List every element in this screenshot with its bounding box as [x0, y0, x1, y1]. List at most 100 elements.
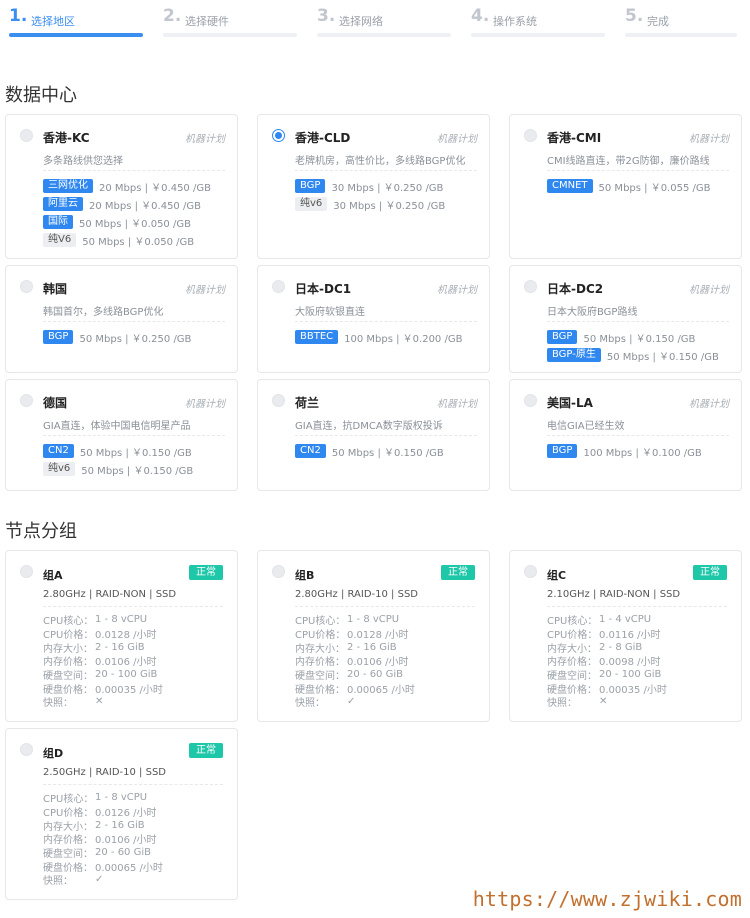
group-radio[interactable]: [20, 743, 33, 756]
spec-value: 20 - 60 GiB: [95, 847, 151, 859]
spec-key: 快照：: [43, 698, 73, 710]
spec-row: 硬盘空间： 20 - 100 GiB: [547, 668, 667, 682]
step-bar: [471, 33, 605, 37]
group-name: 组A: [43, 569, 63, 582]
datacenter-radio[interactable]: [524, 280, 537, 293]
datacenter-plan-label: 机器计划: [437, 285, 477, 296]
datacenter-plan-label: 机器计划: [185, 399, 225, 410]
spec-row: 内存价格： 0.0106 /小时: [43, 654, 163, 668]
datacenter-name: 日本-DC2: [547, 282, 604, 296]
spec-value: 20 - 100 GiB: [599, 669, 662, 681]
line-price: 20 Mbps | ￥0.450 /GB: [99, 182, 211, 194]
datacenter-description: 韩国首尔，多线路BGP优化: [43, 307, 164, 318]
spec-value: 0.0116 /小时: [599, 630, 661, 642]
step-bar: [163, 33, 297, 37]
check-icon: ✓: [347, 696, 356, 708]
step-bar: [317, 33, 451, 37]
line-item: BGP 50 Mbps | ￥0.150 /GB: [547, 328, 719, 346]
datacenter-description: 多条路线供您选择: [43, 156, 123, 167]
group-name: 组D: [43, 747, 64, 760]
datacenter-description: GIA直连，抗DMCA数字版权投诉: [295, 421, 443, 432]
step-label: 选择硬件: [185, 15, 229, 28]
datacenter-card[interactable]: 韩国 机器计划 韩国首尔，多线路BGP优化 BGP 50 Mbps | ￥0.250 /…: [5, 265, 238, 373]
check-icon: ✓: [95, 874, 104, 886]
group-radio[interactable]: [20, 565, 33, 578]
spec-key: 快照：: [43, 876, 73, 888]
spec-value: 2 - 8 GiB: [599, 641, 643, 653]
datacenter-radio[interactable]: [524, 129, 537, 142]
datacenter-radio[interactable]: [272, 129, 285, 142]
datacenter-radio[interactable]: [272, 394, 285, 407]
datacenter-card[interactable]: 香港-KC 机器计划 多条路线供您选择 三网优化 20 Mbps | ￥0.450 /G…: [5, 114, 238, 259]
cross-icon: ✕: [95, 696, 104, 708]
spec-row: 快照： ✕: [43, 695, 163, 709]
group-spec: 2.80GHz | RAID-10 | SSD: [295, 589, 418, 600]
spec-value: 2 - 16 GiB: [95, 819, 145, 831]
node-group-card[interactable]: 组D 正常 2.50GHz | RAID-10 | SSD CPU核心： 1 - 8 v…: [5, 728, 238, 900]
divider: [43, 435, 225, 436]
divider: [43, 784, 223, 785]
line-list: 三网优化 20 Mbps | ￥0.450 /GB 阿里云 20 Mbps | ￥0.…: [43, 177, 211, 249]
line-list: BGP 50 Mbps | ￥0.250 /GB: [43, 328, 191, 346]
datacenter-radio[interactable]: [20, 280, 33, 293]
step-progress: 1. 选择地区 2. 选择硬件 3. 选择网络 4. 操作系统 5. 完成: [0, 0, 750, 40]
line-list: CN2 50 Mbps | ￥0.150 /GB: [295, 442, 444, 460]
datacenter-radio[interactable]: [20, 129, 33, 142]
node-group-card[interactable]: 组C 正常 2.10GHz | RAID-NON | SSD CPU核心： 1 - 4 …: [509, 550, 742, 722]
datacenter-plan-label: 机器计划: [185, 134, 225, 145]
line-item: BBTEC 100 Mbps | ￥0.200 /GB: [295, 328, 462, 346]
line-item: BGP 30 Mbps | ￥0.250 /GB: [295, 177, 445, 195]
divider: [43, 606, 223, 607]
datacenter-card[interactable]: 荷兰 机器计划 GIA直连，抗DMCA数字版权投诉 CN2 50 Mbps | ￥0.1…: [257, 379, 490, 491]
datacenter-card[interactable]: 香港-CLD 机器计划 老牌机房，高性价比，多线路BGP优化 BGP 30 Mbps |…: [257, 114, 490, 259]
node-group-card[interactable]: 组B 正常 2.80GHz | RAID-10 | SSD CPU核心： 1 - 8 v…: [257, 550, 490, 722]
spec-row: 内存大小： 2 - 16 GiB: [295, 640, 415, 655]
datacenter-name: 德国: [43, 396, 68, 410]
line-tag: BBTEC: [295, 330, 339, 344]
group-radio[interactable]: [272, 565, 285, 578]
group-section-title: 节点分组: [5, 521, 77, 542]
spec-row: 内存大小： 2 - 16 GiB: [43, 818, 163, 833]
datacenter-plan-label: 机器计划: [437, 134, 477, 145]
datacenter-card[interactable]: 香港-CMI 机器计划 CMI线路直连，带2G防御，廉价路线 CMNET 50 Mbps…: [509, 114, 742, 259]
line-price: 100 Mbps | ￥0.100 /GB: [583, 447, 702, 459]
line-tag: 国际: [43, 215, 73, 229]
line-tag: BGP: [43, 330, 74, 344]
datacenter-name: 荷兰: [295, 396, 320, 410]
divider: [295, 170, 477, 171]
spec-value: 0.0106 /小时: [347, 657, 409, 669]
line-tag: CN2: [43, 444, 74, 458]
datacenter-plan-label: 机器计划: [689, 285, 729, 296]
line-tag: CMNET: [547, 179, 593, 193]
line-price: 100 Mbps | ￥0.200 /GB: [344, 333, 463, 345]
spec-value: 20 - 100 GiB: [95, 669, 158, 681]
datacenter-card[interactable]: 日本-DC2 机器计划日本大阪府BGP路线 BGP 50 Mbps | ￥0.150 …: [509, 265, 742, 373]
datacenter-radio[interactable]: [524, 394, 537, 407]
line-tag: 纯V6: [43, 233, 77, 247]
datacenter-description: 日本大阪府BGP路线: [547, 307, 638, 318]
datacenter-card[interactable]: 德国 机器计划 GIA直连，体验中国电信明星产品 CN2 50 Mbps | ￥0.15…: [5, 379, 238, 491]
line-item: 国际 50 Mbps | ￥0.050 /GB: [43, 213, 211, 231]
datacenter-plan-label: 机器计划: [689, 399, 729, 410]
spec-row: CPU价格： 0.0126 /小时: [43, 805, 163, 819]
node-group-card[interactable]: 组A 正常 2.80GHz | RAID-NON | SSD CPU核心： 1 - 8 …: [5, 550, 238, 722]
datacenter-plan-label: 机器计划: [689, 134, 729, 145]
line-tag: BGP: [295, 179, 326, 193]
line-price: 50 Mbps | ￥0.150 /GB: [606, 351, 719, 363]
spec-value: 1 - 8 vCPU: [347, 614, 400, 626]
line-list: CMNET 50 Mbps | ￥0.055 /GB: [547, 177, 710, 195]
group-radio[interactable]: [524, 565, 537, 578]
line-tag: BGP-原生: [547, 348, 601, 362]
line-price: 50 Mbps | ￥0.150 /GB: [81, 465, 194, 477]
group-spec: 2.80GHz | RAID-NON | SSD: [43, 589, 177, 600]
group-spec-list: CPU核心： 1 - 8 vCPU CPU价格： 0.0128 /小时 内存大小： 2 -…: [295, 613, 415, 709]
datacenter-card[interactable]: 美国-LA 机器计划 电信GIA已经生效 BGP 100 Mbps | ￥0.100 /…: [509, 379, 742, 491]
divider: [547, 321, 729, 322]
datacenter-radio[interactable]: [272, 280, 285, 293]
spec-value: 2 - 16 GiB: [95, 641, 145, 653]
datacenter-card[interactable]: 日本-DC1 机器计划 大阪府软银直连 BBTEC 100 Mbps | ￥0.200 …: [257, 265, 490, 373]
spec-row: CPU价格： 0.0116 /小时: [547, 627, 667, 641]
step-number: 4.: [471, 6, 490, 26]
line-item: 阿里云 20 Mbps | ￥0.450 /GB: [43, 195, 211, 213]
datacenter-radio[interactable]: [20, 394, 33, 407]
